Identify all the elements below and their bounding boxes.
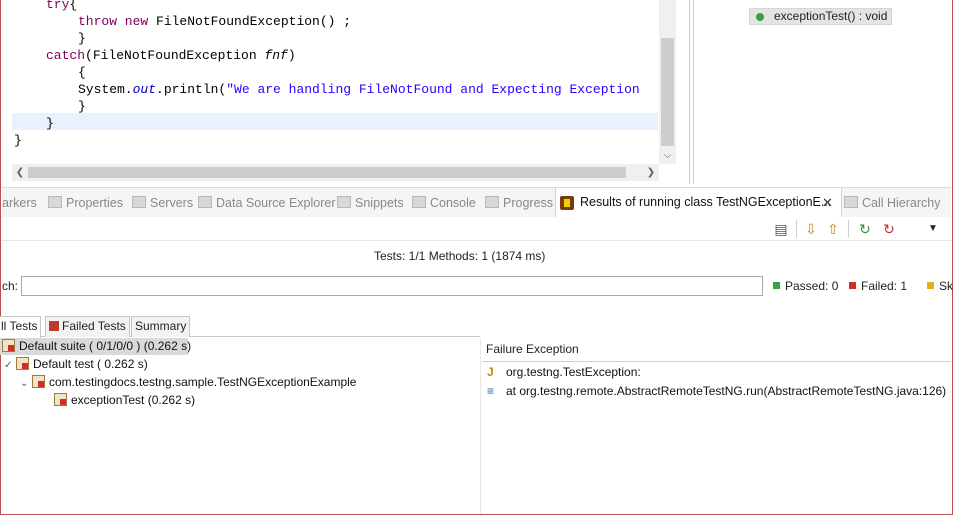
vertical-scrollbar[interactable]: ⌵	[659, 0, 676, 164]
code-line: }	[78, 99, 86, 114]
tab-progress[interactable]: Progress	[485, 194, 553, 212]
chevron-down-icon[interactable]: ⌄	[20, 375, 32, 392]
suite-failed-icon	[2, 339, 15, 352]
search-label: ch:	[2, 279, 19, 293]
tab-snippets[interactable]: Snippets	[337, 194, 404, 212]
search-input[interactable]	[21, 276, 763, 296]
tree-row-method[interactable]: exceptionTest (0.262 s)	[54, 392, 195, 409]
test-summary-text: Tests: 1/1 Methods: 1 (1874 ms)	[374, 249, 546, 263]
tab-servers[interactable]: Servers	[132, 194, 193, 212]
tree-row-suite[interactable]: Default suite ( 0/1/0/0 ) (0.262 s)	[0, 338, 191, 355]
servers-icon	[132, 196, 146, 208]
stack-trace-line[interactable]: ≡ at org.testng.remote.AbstractRemoteTest…	[487, 383, 946, 400]
passed-counter: Passed: 0	[772, 279, 838, 293]
toolbar-separator	[848, 220, 849, 238]
previous-failure-icon[interactable]: ⇧	[824, 220, 842, 238]
tab-call-hierarchy[interactable]: Call Hierarchy	[844, 194, 941, 212]
snippets-icon	[337, 196, 351, 208]
test-failed-icon	[16, 357, 29, 370]
test-summary-bar: Tests: 1/1 Methods: 1 (1874 ms)	[2, 240, 951, 268]
failed-counter: Failed: 1	[848, 279, 907, 293]
toolbar-separator	[796, 220, 797, 238]
datasource-icon	[198, 196, 212, 208]
scroll-down-arrow-icon[interactable]: ⌵	[659, 148, 676, 164]
tree-row-test[interactable]: ✓ Default test ( 0.262 s)	[4, 356, 148, 373]
view-tab-bar: arkers Properties Servers Data Source Ex…	[2, 187, 951, 218]
tree-row-class[interactable]: ⌄ com.testingdocs.testng.sample.TestNGExc…	[20, 374, 356, 391]
tab-testng-results[interactable]: Results of running class TestNGException…	[555, 188, 842, 218]
code-line: System.out.println("We are handling File…	[78, 82, 640, 97]
scroll-right-arrow-icon[interactable]: ❯	[643, 164, 659, 181]
method-failed-icon	[54, 393, 67, 406]
rerun-icon[interactable]: ↻	[856, 220, 874, 238]
panel-divider[interactable]	[480, 338, 481, 514]
code-line: }	[46, 116, 54, 131]
tab-all-tests[interactable]: ll Tests	[0, 316, 42, 338]
horizontal-scroll-thumb[interactable]	[28, 167, 626, 178]
code-line: try{	[46, 0, 78, 12]
failure-exception-title: Failure Exception	[486, 342, 579, 356]
testng-icon	[560, 196, 574, 210]
rerun-failed-icon[interactable]: ↻	[880, 220, 898, 238]
vertical-scroll-thumb[interactable]	[661, 38, 674, 146]
show-test-list-icon[interactable]: ▤	[772, 220, 790, 238]
code-line: throw new FileNotFoundException() ;	[78, 14, 352, 29]
public-method-icon	[756, 13, 764, 21]
horizontal-scrollbar[interactable]: ❮ ❯	[12, 164, 659, 181]
progress-icon	[485, 196, 499, 208]
call-hierarchy-icon	[844, 196, 858, 208]
passed-icon	[772, 281, 781, 290]
tab-data-source-explorer[interactable]: Data Source Explorer	[198, 194, 336, 212]
results-toolbar: ▤ ⇩ ⇧ ↻ ↻ ▼	[2, 217, 951, 239]
current-line-highlight	[12, 113, 658, 130]
close-icon[interactable]: ✕	[822, 195, 833, 211]
outline-panel: exceptionTest() : void	[693, 0, 951, 184]
view-menu-icon[interactable]: ▼	[924, 220, 942, 238]
code-line: {	[78, 65, 86, 80]
scroll-left-arrow-icon[interactable]: ❮	[12, 164, 28, 181]
tab-markers[interactable]: arkers	[2, 194, 37, 212]
code-editor[interactable]: try{ throw new FileNotFoundException() ;…	[2, 0, 690, 184]
failed-icon	[848, 281, 857, 290]
exception-icon: J	[487, 365, 494, 379]
failed-tests-icon	[49, 321, 59, 331]
skipped-counter: Sk	[926, 279, 953, 293]
results-sub-tabs: ll Tests Failed Tests Summary	[0, 315, 480, 338]
skipped-icon	[926, 281, 935, 290]
tab-failed-tests[interactable]: Failed Tests	[45, 316, 130, 337]
class-failed-icon	[32, 375, 45, 388]
properties-icon	[48, 196, 62, 208]
tab-properties[interactable]: Properties	[48, 194, 123, 212]
stack-frame-icon: ≡	[487, 384, 495, 398]
tab-console[interactable]: Console	[412, 194, 476, 212]
outline-method-item[interactable]: exceptionTest() : void	[749, 8, 893, 25]
tab-testng-results-label: Results of running class TestNGException…	[580, 195, 832, 209]
tab-summary[interactable]: Summary	[131, 316, 191, 337]
exception-line[interactable]: Jorg.testng.TestException:	[487, 364, 641, 381]
code-line: catch(FileNotFoundException fnf)	[46, 48, 296, 63]
code-line: }	[78, 31, 86, 46]
code-line: }	[14, 133, 22, 148]
outline-item-label: exceptionTest() : void	[774, 9, 888, 23]
console-icon	[412, 196, 426, 208]
expand-arrow-icon[interactable]: ✓	[4, 357, 16, 374]
failure-separator	[482, 361, 951, 362]
next-failure-icon[interactable]: ⇩	[802, 220, 820, 238]
